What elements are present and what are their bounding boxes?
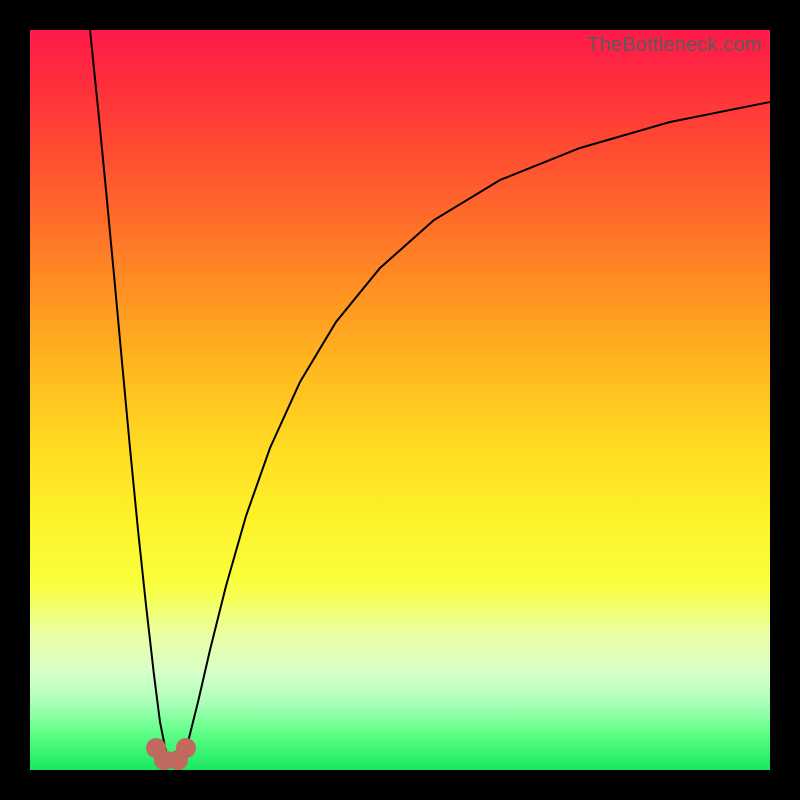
vertex-bump: [176, 738, 196, 758]
curves-svg: [30, 30, 770, 770]
chart-frame: TheBottleneck.com: [0, 0, 800, 800]
curve-right-branch: [180, 102, 770, 768]
curve-left-branch: [90, 30, 170, 768]
plot-area: TheBottleneck.com: [30, 30, 770, 770]
watermark-text: TheBottleneck.com: [587, 34, 762, 57]
